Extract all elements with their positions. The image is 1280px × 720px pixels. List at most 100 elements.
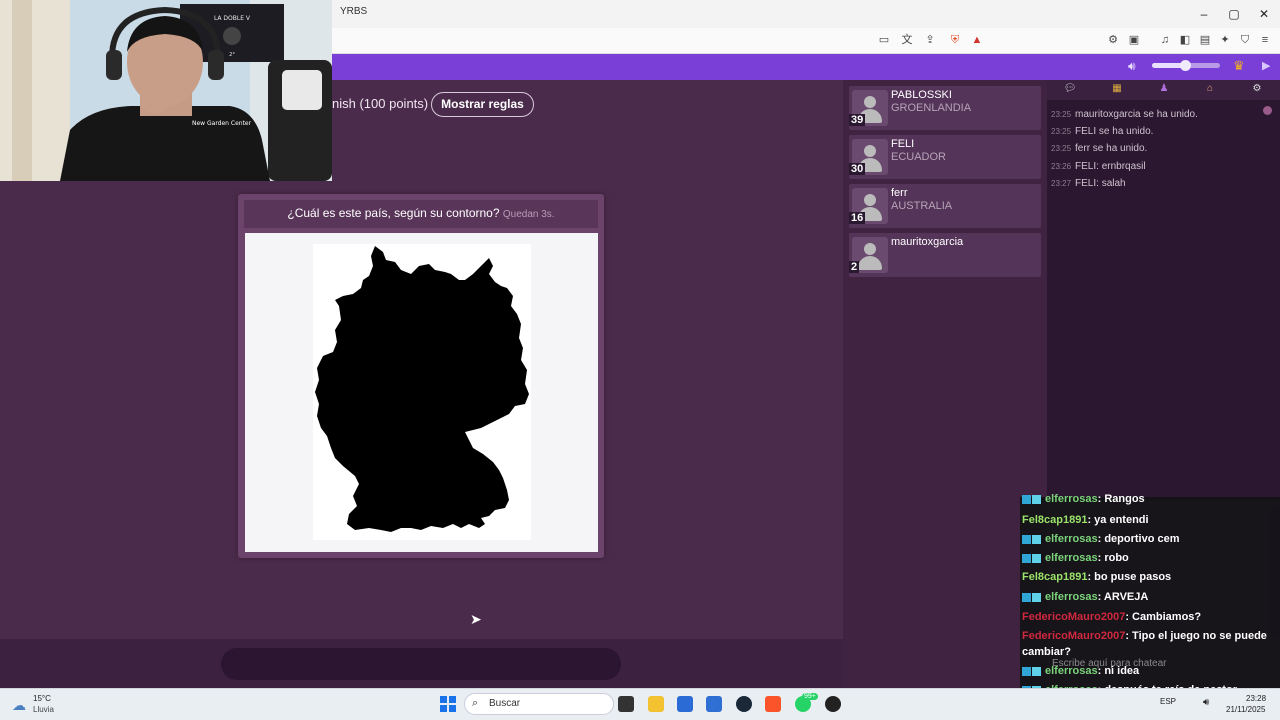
crown-icon[interactable]: ♛ [1233,58,1245,74]
chat-text: mauritoxgarcia se ha unido. [1075,109,1198,120]
whatsapp-badge: 99+ [802,693,818,700]
taskbar [0,688,1280,720]
maximize-button[interactable]: ▢ [1224,6,1244,22]
stream-chat-user: elferrosas [1045,493,1098,505]
language-indicator[interactable]: ESP [1160,697,1176,706]
badge-icon [1032,553,1041,563]
chat-text: FELI se ha unido. [1075,126,1154,137]
chat-text: ferr se ha unido. [1075,143,1148,154]
stream-chat-line: elferrosas: deportivo cem [1022,533,1180,545]
settings-tab-icon[interactable]: ⚙ [1250,83,1264,97]
stream-chat-text: : bo puse pasos [1087,571,1172,583]
country-silhouette [315,246,529,532]
minimize-button[interactable]: – [1194,6,1214,22]
stream-chat-user: elferrosas [1045,552,1098,564]
stream-chat-user: elferrosas [1045,533,1098,545]
vpn-icon[interactable]: ⛉ [1238,33,1252,47]
chat-time: 23:25 [1051,127,1072,136]
badge-icon [1022,666,1031,676]
rules-summary: nish (100 points) [332,96,429,111]
music-icon[interactable]: ♫ [1158,33,1172,47]
outlook-icon[interactable] [706,696,722,712]
extensions-icon[interactable]: ⚙ [1106,33,1120,47]
obs-icon[interactable] [825,696,841,712]
country-image [313,244,531,540]
brave-rewards-icon[interactable]: ▲ [970,33,984,47]
chat-time: 23:27 [1051,179,1072,188]
store-icon[interactable] [677,696,693,712]
wallet-icon[interactable]: ▤ [1198,33,1212,47]
chat-tab-icon[interactable]: 💬︎ [1063,83,1077,97]
file-explorer-icon[interactable] [648,696,664,712]
badge-icon [1032,666,1041,676]
search-label: Buscar [489,698,521,709]
stream-chat-user: FedericoMauro2007 [1022,630,1126,642]
player-tab-icon[interactable]: ♟ [1157,83,1171,97]
answer-input[interactable] [221,648,621,680]
translate-icon[interactable]: 文 [900,33,914,47]
stream-chat-text: : deportivo cem [1097,533,1180,545]
player-country: ECUADOR [891,151,947,163]
stream-chat-text: : Cambiamos? [1125,611,1202,623]
weather-desc[interactable]: Lluvia [33,705,54,714]
room-tab-icon[interactable]: ⌂ [1203,83,1217,97]
volume-slider-handle[interactable] [1180,60,1191,71]
stream-chat-line: elferrosas: robo [1022,552,1129,564]
stream-chat-text: : Tipo el juego no se puede [1125,630,1267,642]
player-country: GROENLANDIA [891,102,972,114]
url-text[interactable]: YRBS [340,6,367,17]
stream-chat-text: : robo [1097,552,1129,564]
badge-icon [1022,592,1031,602]
collapse-icon[interactable]: ▶ [1262,59,1270,72]
search-icon: ⌕ [472,697,479,709]
player-card: 16 ferr AUSTRALIA [849,184,1041,228]
badge-icon [1032,494,1041,504]
volume-tray-icon[interactable]: 🔊︎ [1203,697,1209,708]
badge-icon [1032,534,1041,544]
tab-icon[interactable]: ▣ [1127,33,1141,47]
brave-shield-icon[interactable]: ⛨ [948,33,962,47]
stream-chat-line: FedericoMauro2007: Tipo el juego no se p… [1022,630,1267,642]
taskbar-search[interactable]: Buscar [464,693,614,715]
player-card: 30 FELI ECUADOR [849,135,1041,179]
player-score: 30 [849,163,866,175]
stream-chat-line: Fel8cap1891: bo puse pasos [1022,571,1171,583]
chat-time: 23:25 [1051,110,1072,119]
mouse-cursor: ➤ [470,611,482,627]
chat-message: 23:27 FELI: salah [1051,178,1126,189]
stream-chat-text: : ni idea [1097,665,1140,677]
stream-chat-text: : ya entendi [1087,514,1149,526]
badge-icon [1022,534,1031,544]
task-view-icon[interactable] [618,696,634,712]
stream-chat-line: cambiar? [1022,646,1071,658]
stream-chat-user: Fel8cap1891 [1022,571,1088,583]
webcam-overlay: LA DOBLE V 2° New Garden Center [0,0,332,181]
share-icon[interactable]: ⇪ [923,33,937,47]
player-name: FELI [891,138,915,150]
volume-icon[interactable]: 🔊︎ [1128,59,1136,74]
cast-icon[interactable]: ▭ [877,33,891,47]
show-rules-button[interactable]: Mostrar reglas [431,92,534,117]
steam-icon[interactable] [736,696,752,712]
player-score: 2 [849,261,860,273]
close-button[interactable]: ✕ [1254,6,1274,22]
player-score: 39 [849,114,866,126]
sidebar-icon[interactable]: ◧ [1178,33,1192,47]
player-name: ferr [891,187,908,199]
clock-date[interactable]: 21/11/2025 [1226,705,1265,714]
player-score: 16 [849,212,866,224]
brave-icon[interactable] [765,696,781,712]
weather-temp[interactable]: 15°C [33,694,51,703]
menu-icon[interactable]: ≡ [1258,33,1272,47]
dictionary-tab-icon[interactable]: ▦ [1110,83,1124,97]
player-name: PABLOSSKI [891,89,952,101]
player-name: mauritoxgarcia [891,236,964,248]
weather-icon[interactable]: ☁ [12,697,26,714]
stream-chat-user: FedericoMauro2007 [1022,611,1126,623]
flag-text: LA DOBLE V [214,15,251,22]
start-icon[interactable] [440,696,456,712]
leo-icon[interactable]: ✦ [1218,33,1232,47]
stream-chat-text: : Rangos [1097,493,1145,505]
clock-time[interactable]: 23:28 [1246,694,1266,703]
player-country: AUSTRALIA [891,200,953,212]
